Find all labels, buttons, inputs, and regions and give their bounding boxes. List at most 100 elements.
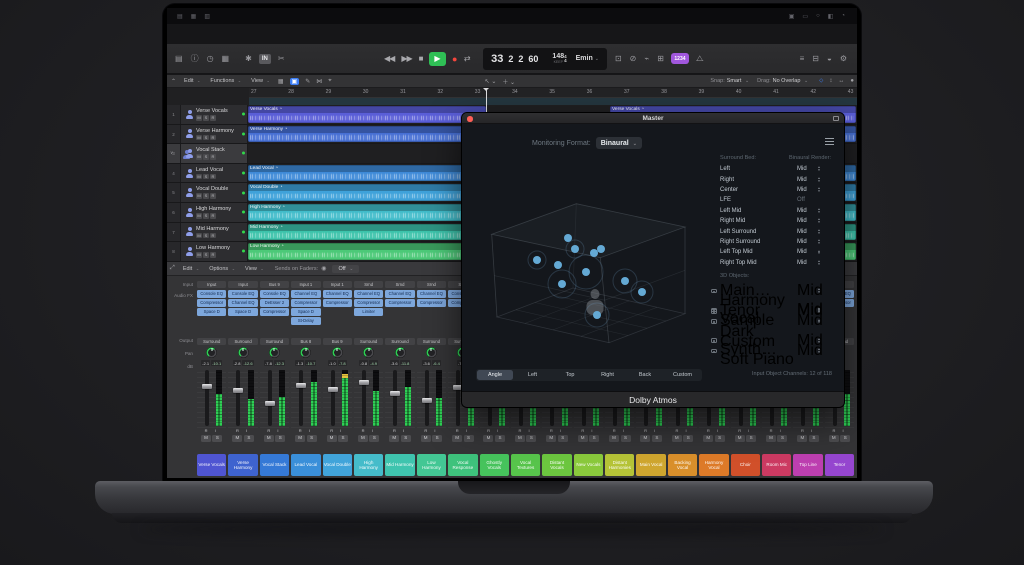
- mute-button[interactable]: M: [452, 435, 462, 442]
- stepper-icon[interactable]: ▴▾: [815, 187, 823, 193]
- channel-name[interactable]: Verse Harmony: [228, 454, 257, 476]
- forward-button[interactable]: ▶▶: [401, 54, 411, 63]
- mute-button[interactable]: M: [295, 435, 305, 442]
- view-button-custom[interactable]: Custom: [665, 370, 701, 380]
- play-button[interactable]: ▶: [429, 52, 446, 66]
- plugin-slot[interactable]: Compressor: [417, 299, 446, 307]
- secondary-tool-selector[interactable]: ＋ ⌄: [502, 77, 515, 86]
- pan-knob[interactable]: [395, 347, 406, 358]
- input-slot[interactable]: Input: [197, 281, 226, 288]
- mute-button[interactable]: M: [578, 435, 588, 442]
- render-mode-value[interactable]: Mid: [797, 177, 815, 183]
- output-slot[interactable]: Surround: [354, 338, 383, 345]
- render-mode-value[interactable]: Mid: [797, 229, 815, 235]
- replace-icon[interactable]: ⊘: [630, 54, 637, 63]
- input-monitoring-button[interactable]: IN: [259, 54, 271, 64]
- channel-name[interactable]: Distant Vocals: [542, 454, 571, 476]
- solo-button[interactable]: S: [526, 435, 536, 442]
- fader-cap[interactable]: [233, 388, 243, 393]
- solo-button[interactable]: S: [715, 435, 725, 442]
- snap-select[interactable]: Smart ⌄: [727, 78, 749, 84]
- solo-button[interactable]: S: [683, 435, 693, 442]
- solo-button[interactable]: S: [652, 435, 662, 442]
- render-mode-value[interactable]: Mid: [797, 239, 815, 245]
- plugin-slot[interactable]: Console EQ: [260, 290, 289, 298]
- channel-name[interactable]: Ghostly Vocals: [480, 454, 509, 476]
- mute-button[interactable]: M: [735, 435, 745, 442]
- mute-button[interactable]: M: [515, 435, 525, 442]
- output-slot[interactable]: Surround: [385, 338, 414, 345]
- input-slot[interactable]: Srnd: [354, 281, 383, 288]
- plugin-slot[interactable]: Channel EQ: [417, 290, 446, 298]
- plugin-slot[interactable]: Channel EQ: [228, 299, 257, 307]
- object-panner-3d-view[interactable]: [462, 124, 722, 374]
- s-button[interactable]: S: [203, 135, 209, 141]
- view-button-left[interactable]: Left: [515, 370, 551, 380]
- solo-button[interactable]: S: [495, 435, 505, 442]
- plugin-slot[interactable]: Compressor: [323, 299, 352, 307]
- mute-button[interactable]: M: [264, 435, 274, 442]
- r-button[interactable]: R: [210, 213, 216, 219]
- plugin-slot[interactable]: Space D: [197, 308, 226, 316]
- m-button[interactable]: M: [196, 252, 202, 258]
- stepper-icon[interactable]: ▴▾: [815, 166, 823, 172]
- pan-knob[interactable]: [300, 347, 311, 358]
- stepper-icon[interactable]: ▴▾: [815, 218, 823, 224]
- mixer-menu-edit[interactable]: Edit ⌄: [183, 266, 199, 272]
- render-mode-value[interactable]: Off: [797, 197, 815, 203]
- solo-icon[interactable]: ⊡: [615, 54, 622, 63]
- record-button[interactable]: ●: [452, 54, 457, 64]
- r-button[interactable]: R: [210, 193, 216, 199]
- view-button-angle[interactable]: Angle: [477, 370, 513, 380]
- inspector-icon[interactable]: ⓘ: [191, 53, 199, 64]
- input-slot[interactable]: Srnd: [417, 281, 446, 288]
- channel-name[interactable]: Main Vocal: [636, 454, 665, 476]
- arrange-menu-functions[interactable]: Functions ⌄: [210, 78, 241, 84]
- input-slot[interactable]: Input 1: [323, 281, 352, 288]
- track-header-low-harmony[interactable]: Low HarmonyMSR: [181, 242, 248, 261]
- mixer-icon[interactable]: ✂: [278, 54, 285, 63]
- render-mode-value[interactable]: Mid: [797, 282, 815, 300]
- channel-name[interactable]: Harmony Vocal: [699, 454, 728, 476]
- expand-icon[interactable]: ⤢: [170, 265, 175, 272]
- editors-icon[interactable]: ▦: [222, 54, 230, 63]
- browser-icon[interactable]: ⊟: [812, 54, 819, 63]
- sends-on-faders-select[interactable]: Off ⌄: [332, 265, 359, 273]
- r-button[interactable]: R: [210, 135, 216, 141]
- render-mode-value[interactable]: Mid: [797, 208, 815, 214]
- mute-button[interactable]: M: [703, 435, 713, 442]
- track-header-verse-vocals[interactable]: Verse VocalsMSR: [181, 105, 248, 124]
- stop-button[interactable]: ■: [419, 54, 423, 63]
- channel-fader[interactable]: [228, 368, 257, 428]
- m-button[interactable]: M: [196, 233, 202, 239]
- channel-name[interactable]: Vocal Response: [448, 454, 477, 476]
- mute-button[interactable]: M: [389, 435, 399, 442]
- clock-icon[interactable]: ◔: [841, 13, 845, 20]
- list-view-icon[interactable]: [825, 138, 834, 145]
- channel-name[interactable]: Lead Vocal: [291, 454, 320, 476]
- solo-button[interactable]: S: [746, 435, 756, 442]
- s-button[interactable]: S: [203, 174, 209, 180]
- pan-knob[interactable]: [269, 347, 280, 358]
- r-button[interactable]: R: [210, 252, 216, 258]
- mixer-menu-view[interactable]: View ⌄: [245, 266, 264, 272]
- playhead[interactable]: [486, 88, 487, 113]
- stepper-icon[interactable]: ▴▾: [815, 260, 823, 266]
- channel-name[interactable]: Vocal Double: [323, 454, 352, 476]
- s-button[interactable]: S: [203, 213, 209, 219]
- count-in-button[interactable]: 1234: [671, 53, 689, 64]
- m-button[interactable]: M: [196, 115, 202, 121]
- channel-name[interactable]: Distant Harmonies: [605, 454, 634, 476]
- m-button[interactable]: M: [196, 193, 202, 199]
- display-icon[interactable]: ▣: [789, 13, 795, 20]
- render-mode-value[interactable]: Mid: [797, 218, 815, 224]
- stepper-icon[interactable]: ▴▾: [815, 208, 823, 214]
- mute-button[interactable]: M: [829, 435, 839, 442]
- plugin-slot[interactable]: Space D: [291, 308, 320, 316]
- audio-object-dot[interactable]: [590, 249, 598, 257]
- render-mode-value[interactable]: Mid: [797, 249, 815, 255]
- mute-button[interactable]: M: [232, 435, 242, 442]
- output-slot[interactable]: Surround: [417, 338, 446, 345]
- plugin-slot[interactable]: Channel EQ: [354, 290, 383, 298]
- r-button[interactable]: R: [210, 174, 216, 180]
